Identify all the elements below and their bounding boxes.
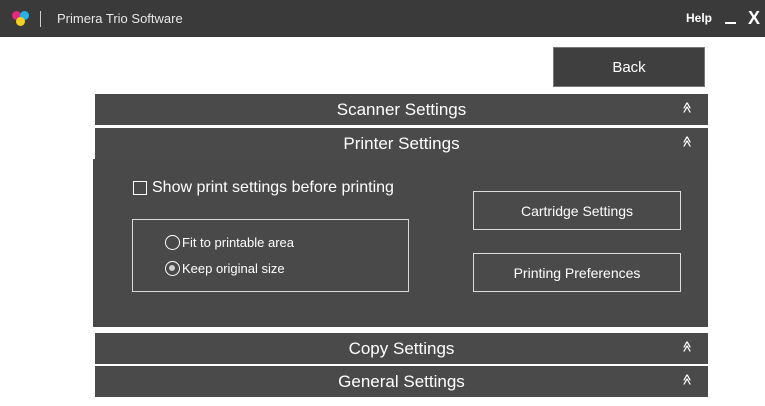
primera-logo-icon xyxy=(12,11,30,27)
close-button[interactable]: X xyxy=(748,9,760,27)
printer-settings-label: Printer Settings xyxy=(343,133,460,153)
title-separator xyxy=(40,11,41,27)
back-button[interactable]: Back xyxy=(553,47,705,87)
keep-original-size-option[interactable]: Keep original size xyxy=(165,261,285,276)
scanner-settings-header[interactable]: Scanner Settings ≪ xyxy=(95,94,708,125)
general-settings-label: General Settings xyxy=(338,371,465,391)
general-settings-header[interactable]: General Settings ≪ xyxy=(95,366,708,397)
chevron-up-icon: ≫ xyxy=(681,135,694,148)
printer-settings-panel: Show print settings before printing Fit … xyxy=(93,159,708,327)
chevron-down-icon: ≪ xyxy=(681,373,694,386)
scaling-group: Fit to printable area Keep original size xyxy=(132,219,409,292)
scanner-settings-label: Scanner Settings xyxy=(336,99,467,119)
chevron-down-icon: ≪ xyxy=(681,340,694,353)
printing-preferences-button[interactable]: Printing Preferences xyxy=(473,253,681,292)
help-link[interactable]: Help xyxy=(686,11,712,25)
keep-original-size-radio[interactable] xyxy=(165,261,180,276)
cartridge-settings-button[interactable]: Cartridge Settings xyxy=(473,191,681,230)
show-print-settings-checkbox[interactable] xyxy=(133,181,147,195)
keep-original-size-label: Keep original size xyxy=(182,261,285,276)
show-print-settings-label: Show print settings before printing xyxy=(152,179,394,196)
fit-to-printable-area-label: Fit to printable area xyxy=(182,235,295,250)
title-bar: Primera Trio Software Help X xyxy=(0,0,765,37)
app-title: Primera Trio Software xyxy=(57,11,183,26)
printer-settings-header[interactable]: Printer Settings ≫ xyxy=(95,128,708,159)
minimize-button[interactable] xyxy=(723,6,739,30)
fit-to-printable-area-radio[interactable] xyxy=(165,235,180,250)
chevron-down-icon: ≪ xyxy=(681,101,694,114)
copy-settings-label: Copy Settings xyxy=(348,338,455,358)
fit-to-printable-area-option[interactable]: Fit to printable area xyxy=(165,235,294,250)
show-print-settings-option[interactable]: Show print settings before printing xyxy=(133,179,394,197)
copy-settings-header[interactable]: Copy Settings ≪ xyxy=(95,333,708,364)
